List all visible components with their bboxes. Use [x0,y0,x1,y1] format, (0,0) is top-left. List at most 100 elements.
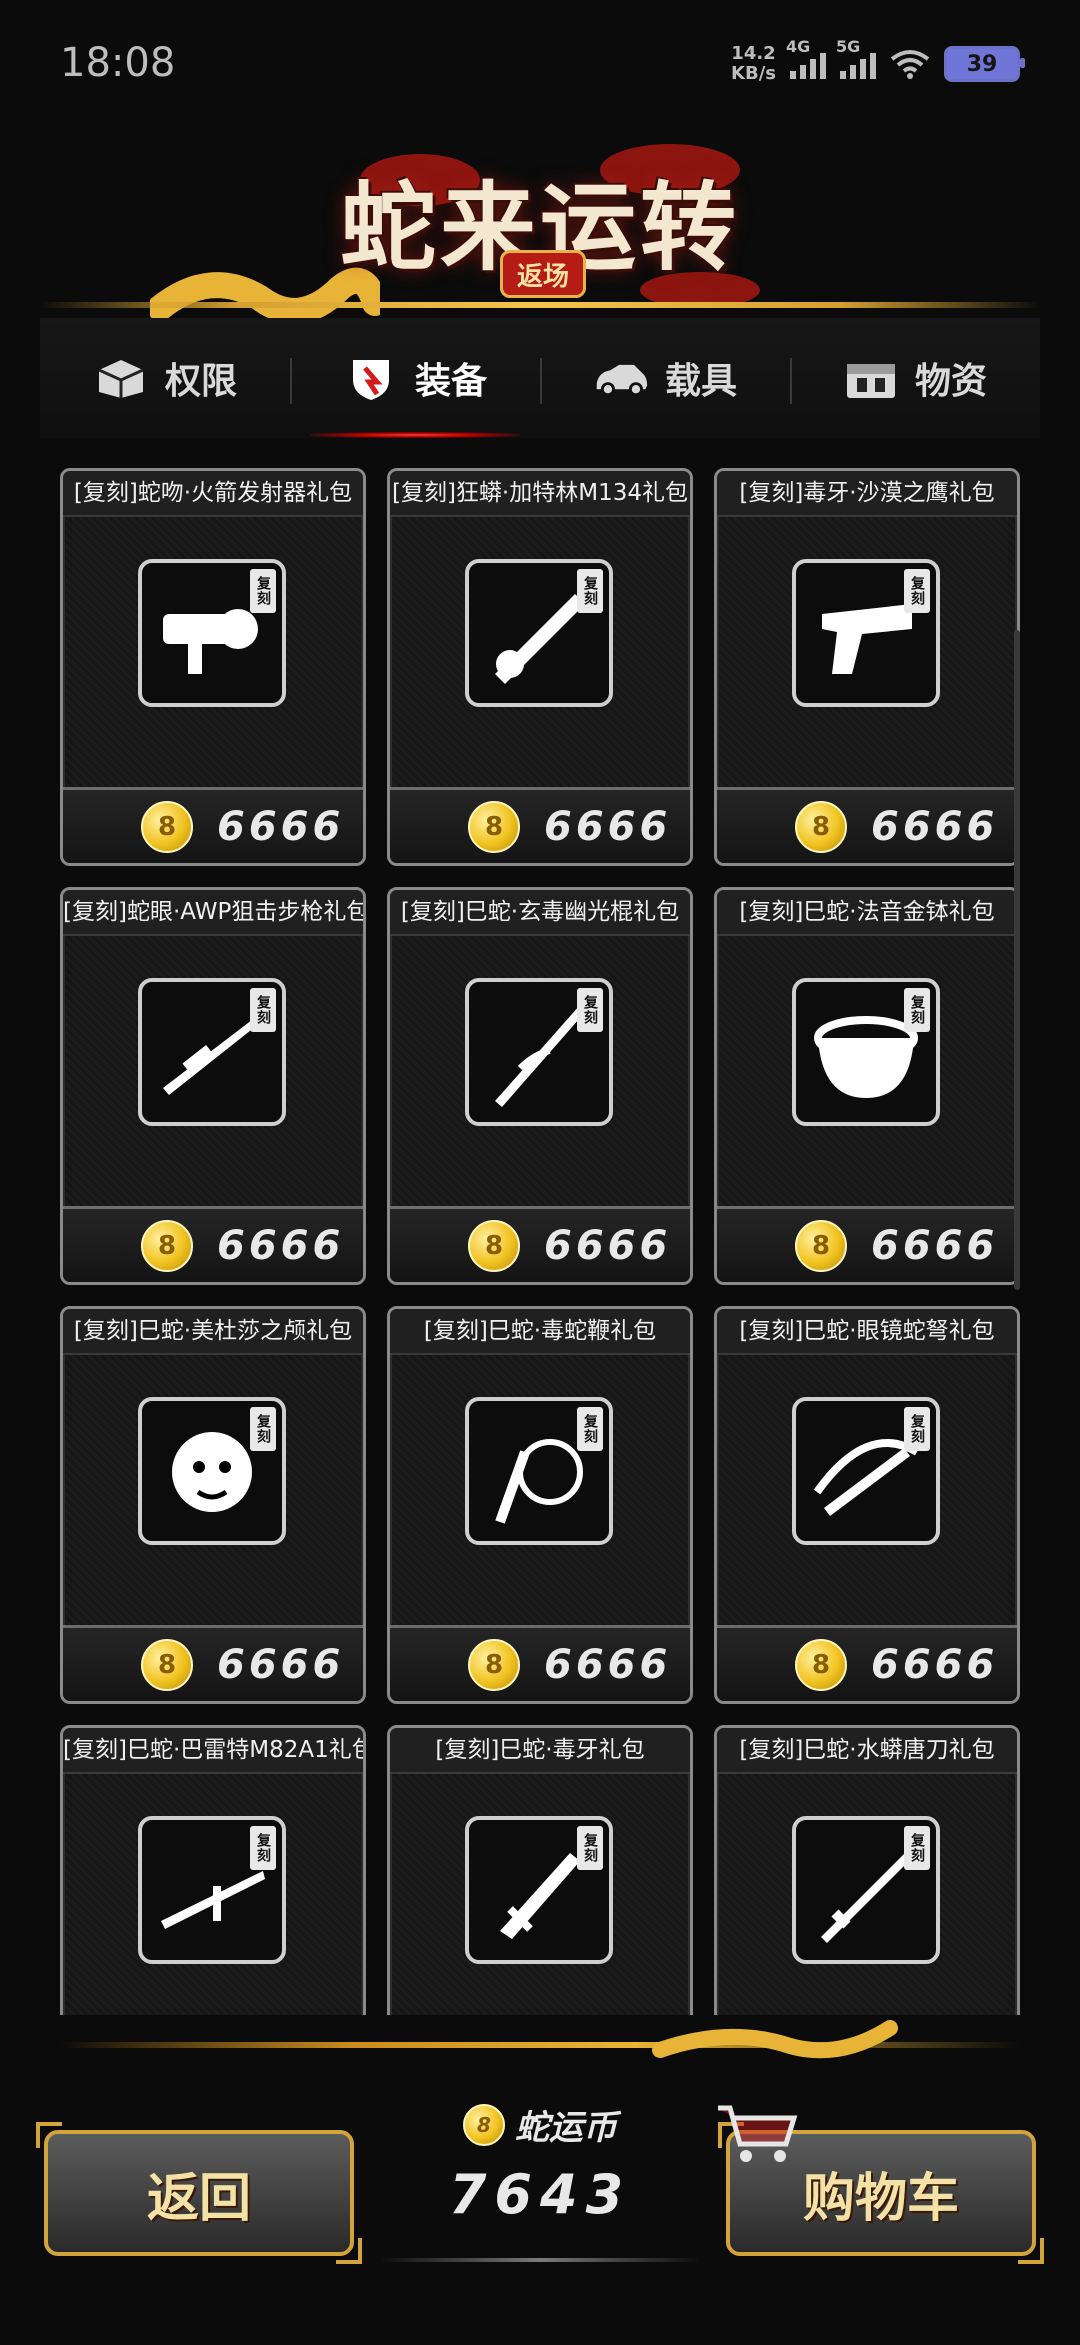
coin-icon: 8 [795,1638,847,1691]
wifi-icon [890,50,930,79]
cart-icon [718,2105,798,2162]
item-thumbnail: 复刻 [792,559,940,707]
item-thumbnail: 复刻 [465,978,613,1126]
replica-badge: 复刻 [904,1407,930,1451]
replica-badge: 复刻 [250,1826,276,1870]
item-name: [复刻]巳蛇·毒牙礼包 [390,1728,690,1774]
tab-supplies[interactable]: 物资 [790,318,1040,438]
currency-label: 蛇运币 [515,2108,617,2148]
item-price: 6666 [217,1641,345,1688]
item-name: [复刻]巳蛇·水蟒唐刀礼包 [717,1728,1017,1774]
replica-badge: 复刻 [577,988,603,1032]
back-button[interactable]: 返回 [36,2122,362,2264]
item-name: [复刻]巳蛇·法音金钵礼包 [717,890,1017,936]
item-card[interactable]: [复刻]巳蛇·玄毒幽光棍礼包 复刻 8 6666 [387,887,693,1285]
coin-icon: 8 [795,800,847,853]
item-price: 6666 [544,803,672,850]
crate-icon [846,364,895,398]
item-thumbnail: 复刻 [792,1397,940,1545]
item-thumbnail: 复刻 [138,978,286,1126]
coin-icon: 8 [141,1219,193,1272]
status-bar: 18:08 14.2 KB/s 4G 5G 39 [0,0,1080,130]
replica-badge: 复刻 [250,569,276,613]
price-bar: 8 6666 [63,1625,363,1701]
item-card[interactable]: [复刻]巳蛇·法音金钵礼包 复刻 8 6666 [714,887,1020,1285]
coin-icon: 8 [141,1638,193,1691]
item-price: 6666 [217,803,345,850]
tab-equipment[interactable]: 装备 [290,318,540,438]
item-thumbnail: 复刻 [465,1816,613,1964]
item-thumbnail: 复刻 [792,1816,940,1964]
item-thumbnail: 复刻 [138,1397,286,1545]
item-card[interactable]: [复刻]蛇吻·火箭发射器礼包 复刻 8 6666 [60,468,366,866]
replica-badge: 复刻 [904,569,930,613]
status-icons: 14.2 KB/s 4G 5G 39 [731,37,1025,84]
item-card[interactable]: [复刻]蛇眼·AWP狙击步枪礼包 复刻 8 6666 [60,887,366,1285]
item-card[interactable]: [复刻]巳蛇·巴雷特M82A1礼包 复刻 [60,1725,366,2015]
replica-badge: 复刻 [577,1407,603,1451]
item-name: [复刻]狂蟒·加特林M134礼包 [390,471,690,517]
item-card[interactable]: [复刻]毒牙·沙漠之鹰礼包 复刻 8 6666 [714,468,1020,866]
item-price: 6666 [871,1222,999,1269]
tab-label: 载具 [664,361,737,402]
clock: 18:08 [60,40,176,86]
golden-snake-icon [652,2020,898,2059]
item-price: 6666 [544,1222,672,1269]
tab-permissions[interactable]: 权限 [40,318,290,438]
return-badge: 返场 [500,250,586,298]
price-bar: 8 6666 [717,1206,1017,1282]
coin-icon: 8 [795,1219,847,1272]
item-card[interactable]: [复刻]巳蛇·毒牙礼包 复刻 [387,1725,693,2015]
item-card[interactable]: [复刻]巳蛇·毒蛇鞭礼包 复刻 8 6666 [387,1306,693,1704]
item-thumbnail: 复刻 [792,978,940,1126]
replica-badge: 复刻 [250,988,276,1032]
replica-badge: 复刻 [577,1826,603,1870]
item-card[interactable]: [复刻]巳蛇·眼镜蛇弩礼包 复刻 8 6666 [714,1306,1020,1704]
network-speed: 14.2 KB/s [731,43,776,84]
price-bar: 8 6666 [717,1625,1017,1701]
divider [380,2258,700,2262]
tab-label: 物资 [914,361,987,402]
car-icon [596,364,648,397]
coin-icon: 8 [468,1219,520,1272]
price-bar: 8 6666 [63,1206,363,1282]
item-name: [复刻]蛇眼·AWP狙击步枪礼包 [63,890,363,936]
battery-icon: 39 [944,46,1025,82]
tab-vehicles[interactable]: 载具 [540,318,790,438]
item-name: [复刻]巳蛇·玄毒幽光棍礼包 [390,890,690,936]
item-thumbnail: 复刻 [465,559,613,707]
scrollbar[interactable] [1014,630,1020,1290]
item-card[interactable]: [复刻]巳蛇·水蟒唐刀礼包 复刻 [714,1725,1020,2015]
replica-badge: 复刻 [250,1407,276,1451]
replica-badge: 复刻 [577,569,603,613]
item-name: [复刻]巳蛇·毒蛇鞭礼包 [390,1309,690,1355]
item-name: [复刻]巳蛇·美杜莎之颅礼包 [63,1309,363,1355]
box-icon [98,360,144,398]
tab-label: 装备 [414,361,487,402]
price-bar: 8 6666 [390,1625,690,1701]
item-card[interactable]: [复刻]狂蟒·加特林M134礼包 复刻 8 6666 [387,468,693,866]
item-name: [复刻]毒牙·沙漠之鹰礼包 [717,471,1017,517]
item-price: 6666 [217,1222,345,1269]
item-thumbnail: 复刻 [138,1816,286,1964]
coin-icon: 8 [463,2103,505,2146]
price-bar: 8 6666 [63,787,363,863]
coin-icon: 8 [468,1638,520,1691]
item-name: [复刻]巳蛇·眼镜蛇弩礼包 [717,1309,1017,1355]
item-name: [复刻]蛇吻·火箭发射器礼包 [63,471,363,517]
replica-badge: 复刻 [904,988,930,1032]
item-price: 6666 [871,803,999,850]
divider [40,302,1040,308]
currency-balance: 8 蛇运币 7643 [400,2100,680,2226]
item-name: [复刻]巳蛇·巴雷特M82A1礼包 [63,1728,363,1774]
tab-label: 权限 [164,361,237,402]
item-price: 6666 [544,1641,672,1688]
signal-4g-icon: 4G [786,37,826,79]
item-grid[interactable]: [复刻]蛇吻·火箭发射器礼包 复刻 8 6666 [复刻]狂蟒·加特林M134礼… [40,450,1020,2015]
item-thumbnail: 复刻 [465,1397,613,1545]
balance-value: 7643 [448,2163,632,2226]
item-card[interactable]: [复刻]巳蛇·美杜莎之颅礼包 复刻 8 6666 [60,1306,366,1704]
category-tabs: 权限 装备 载具 物资 [40,318,1040,438]
price-bar: 8 6666 [390,787,690,863]
shield-icon [352,360,389,400]
